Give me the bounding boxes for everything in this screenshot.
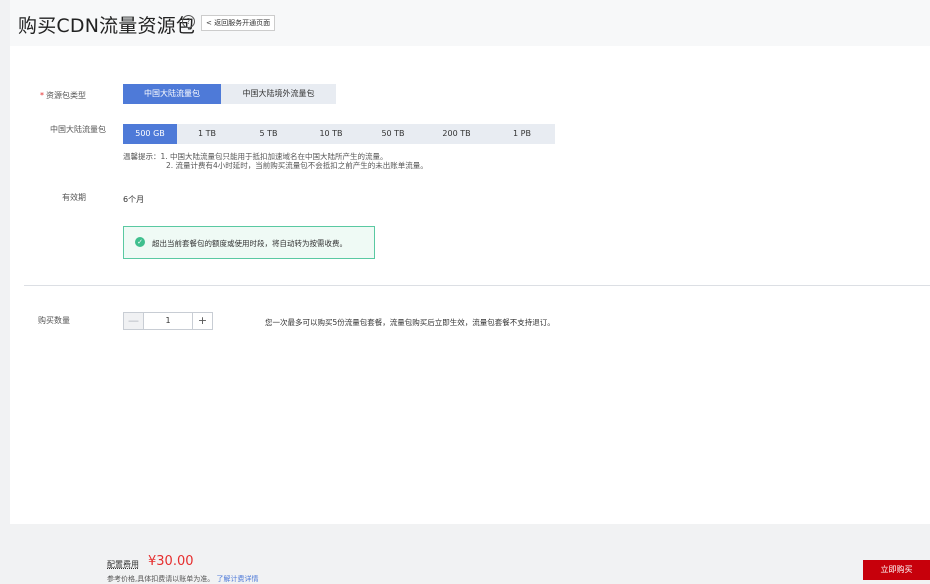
tip-line-2: 2. 流量计费有4小时延时，当前购买流量包不会抵扣之前产生的未出账单流量。 xyxy=(166,161,428,170)
package-type-selector: 中国大陆流量包 中国大陆境外流量包 xyxy=(123,84,336,104)
traffic-size-selector: 500 GB 1 TB 5 TB 10 TB 50 TB 200 TB 1 PB xyxy=(123,124,555,144)
page-header: 购买CDN流量资源包 ? < 返回服务开通页面 xyxy=(10,0,930,46)
section-divider xyxy=(24,285,930,286)
package-type-option-mainland[interactable]: 中国大陆流量包 xyxy=(123,84,221,104)
price-note-text: 参考价格,具体扣费请以账单为准。 xyxy=(107,575,215,583)
package-type-option-overseas[interactable]: 中国大陆境外流量包 xyxy=(221,84,336,104)
quantity-decrease-button[interactable]: — xyxy=(123,312,144,330)
quantity-hint: 您一次最多可以购买5份流量包套餐，流量包购买后立即生效，流量包套餐不支持退订。 xyxy=(265,318,555,327)
traffic-option-1pb[interactable]: 1 PB xyxy=(489,124,555,144)
package-type-label: * 资源包类型 xyxy=(40,90,86,101)
validity-value: 6个月 xyxy=(123,195,145,204)
tip-line-1: 温馨提示：1. 中国大陆流量包只能用于抵扣加速域名在中国大陆所产生的流量。 xyxy=(123,152,388,161)
traffic-option-5tb[interactable]: 5 TB xyxy=(237,124,300,144)
traffic-option-1tb[interactable]: 1 TB xyxy=(177,124,237,144)
validity-label: 有效期 xyxy=(62,193,86,202)
billing-details-link[interactable]: 了解计费详情 xyxy=(216,575,258,583)
check-circle-icon: ✓ xyxy=(135,237,145,247)
quantity-stepper: — 1 + xyxy=(123,312,213,330)
traffic-option-10tb[interactable]: 10 TB xyxy=(300,124,362,144)
traffic-option-500gb[interactable]: 500 GB xyxy=(123,124,177,144)
warm-tips: 温馨提示：1. 中国大陆流量包只能用于抵扣加速域名在中国大陆所产生的流量。 2.… xyxy=(123,152,428,170)
quantity-input[interactable]: 1 xyxy=(144,312,192,330)
quantity-label: 购买数量 xyxy=(38,316,70,325)
overage-notice: ✓ 超出当前套餐包的额度或使用时段，将自动转为按需收费。 xyxy=(123,226,375,259)
back-to-service-button[interactable]: < 返回服务开通页面 xyxy=(201,15,276,31)
traffic-size-label: 中国大陆流量包 xyxy=(50,125,106,134)
required-mark: * xyxy=(40,91,44,100)
traffic-option-200tb[interactable]: 200 TB xyxy=(424,124,489,144)
quantity-increase-button[interactable]: + xyxy=(192,312,213,330)
main-panel: * 资源包类型 中国大陆流量包 中国大陆境外流量包 中国大陆流量包 500 GB … xyxy=(10,46,930,524)
package-type-label-text: 资源包类型 xyxy=(46,91,86,100)
notice-text: 超出当前套餐包的额度或使用时段，将自动转为按需收费。 xyxy=(152,239,347,248)
buy-now-button[interactable]: 立即购买 xyxy=(863,560,930,580)
fee-label: 配置费用 xyxy=(107,560,139,569)
traffic-option-50tb[interactable]: 50 TB xyxy=(362,124,424,144)
price-value: ¥30.00 xyxy=(148,554,194,569)
page-title: 购买CDN流量资源包 xyxy=(18,15,196,37)
help-icon[interactable]: ? xyxy=(182,15,195,28)
